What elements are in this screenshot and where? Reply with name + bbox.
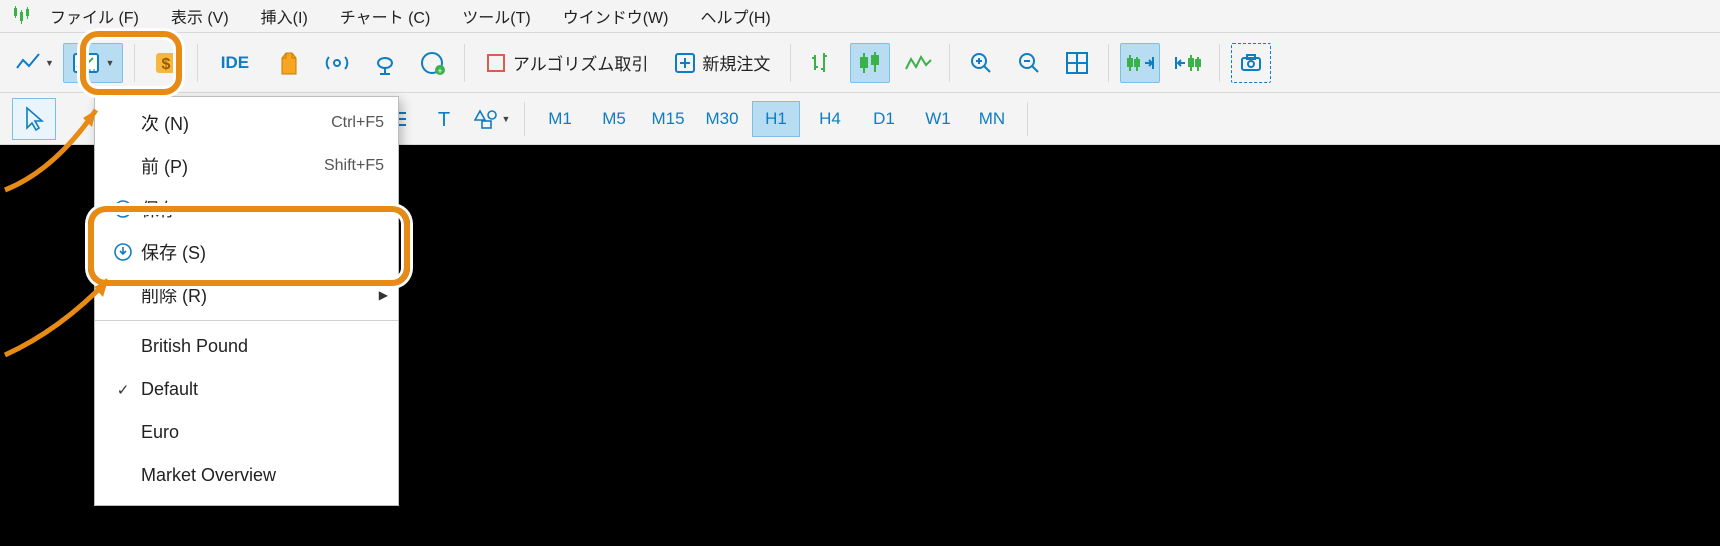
signal-button[interactable] (317, 43, 357, 83)
dd-preset-default[interactable]: ✓Default (95, 368, 398, 411)
toolbar-separator (464, 44, 465, 82)
toolbar-separator (524, 102, 525, 136)
submenu-arrow-icon: ▶ (379, 288, 388, 302)
dd-save0-label: 保存 (137, 196, 384, 222)
tf-mn[interactable]: MN (968, 101, 1016, 137)
chevron-down-icon: ▼ (502, 114, 511, 124)
linechart-button[interactable] (898, 43, 938, 83)
tf-m1[interactable]: M1 (536, 101, 584, 137)
tf-d1[interactable]: D1 (860, 101, 908, 137)
menu-help[interactable]: ヘルプ(H) (684, 0, 786, 32)
dd-next-accel: Ctrl+F5 (331, 114, 384, 132)
dd-preset-euro[interactable]: Euro (95, 411, 398, 454)
toolbar-separator (197, 44, 198, 82)
timeframe-group: M1 M5 M15 M30 H1 H4 D1 W1 MN (533, 101, 1019, 137)
grid4-button[interactable] (1057, 43, 1097, 83)
dd-save-label: 保存 (S) (137, 239, 384, 265)
ide-button[interactable]: IDE (209, 43, 261, 83)
toolbar-separator (949, 44, 950, 82)
cursor-button[interactable] (12, 98, 56, 140)
vps-button[interactable] (365, 43, 405, 83)
dd-prev-accel: Shift+F5 (324, 157, 384, 175)
save-icon (109, 242, 137, 262)
save-icon (109, 199, 137, 219)
menu-window[interactable]: ウインドウ(W) (547, 0, 685, 32)
shift-end-button[interactable] (1120, 43, 1160, 83)
dd-prev[interactable]: 前 (P) Shift+F5 (95, 144, 398, 187)
algo-trading-button[interactable]: アルゴリズム取引 (476, 43, 658, 83)
dd-save[interactable]: 保存 (S) (95, 230, 398, 273)
text-tool-button[interactable]: T (424, 99, 464, 139)
template-dropdown: 次 (N) Ctrl+F5 前 (P) Shift+F5 保存 保存 (S) 削… (94, 96, 399, 506)
dd-next-label: 次 (N) (137, 110, 331, 136)
ide-label: IDE (221, 53, 249, 73)
dd-delete[interactable]: 削除 (R) ▶ (95, 273, 398, 316)
zoom-in-button[interactable] (961, 43, 1001, 83)
dd-delete-label: 削除 (R) (137, 282, 384, 308)
menu-view[interactable]: 表示 (V) (155, 0, 245, 32)
shapes-button[interactable]: ▼ (472, 99, 512, 139)
chevron-down-icon: ▼ (45, 58, 54, 68)
toolbar-separator (1219, 44, 1220, 82)
toolbar-separator (134, 44, 135, 82)
dd-preset-market[interactable]: Market Overview (95, 454, 398, 497)
dd-save0[interactable]: 保存 (95, 187, 398, 230)
algo-label: アルゴリズム取引 (513, 50, 649, 75)
candlestick-button[interactable] (850, 43, 890, 83)
svg-text:T: T (438, 109, 450, 131)
dollar-button[interactable]: $ (146, 43, 186, 83)
tf-w1[interactable]: W1 (914, 101, 962, 137)
menu-insert[interactable]: 挿入(I) (245, 0, 324, 32)
menubar: ファイル (F) 表示 (V) 挿入(I) チャート (C) ツール(T) ウイ… (0, 0, 1720, 33)
menu-tools[interactable]: ツール(T) (446, 0, 546, 32)
toolbar-main: ▼ ▼ $ IDE + アルゴリズム取引 新規注文 (0, 33, 1720, 93)
plus-box-icon (674, 52, 696, 74)
new-order-label: 新規注文 (702, 50, 770, 75)
chevron-down-icon: ▼ (105, 58, 114, 68)
menu-chart[interactable]: チャート (C) (324, 0, 447, 32)
payments-button[interactable]: + (413, 43, 453, 83)
cursor-icon (23, 106, 45, 132)
tf-h4[interactable]: H4 (806, 101, 854, 137)
dd-separator (95, 320, 398, 321)
tf-m30[interactable]: M30 (698, 101, 746, 137)
zoom-out-button[interactable] (1009, 43, 1049, 83)
svg-text:$: $ (161, 56, 170, 73)
tf-m5[interactable]: M5 (590, 101, 638, 137)
app-logo-icon (8, 6, 34, 26)
dd-next[interactable]: 次 (N) Ctrl+F5 (95, 101, 398, 144)
barchart-button[interactable] (802, 43, 842, 83)
dd-prev-label: 前 (P) (137, 153, 324, 179)
new-order-button[interactable]: 新規注文 (665, 43, 779, 83)
tf-m15[interactable]: M15 (644, 101, 692, 137)
chart-line-button[interactable]: ▼ (14, 43, 55, 83)
toolbar-separator (790, 44, 791, 82)
dd-preset-british[interactable]: British Pound (95, 325, 398, 368)
shift-start-button[interactable] (1168, 43, 1208, 83)
check-icon: ✓ (109, 381, 137, 399)
stop-icon (485, 52, 507, 74)
svg-text:+: + (437, 66, 442, 76)
screenshot-button[interactable] (1231, 43, 1271, 83)
toolbar-separator (1027, 102, 1028, 136)
tf-h1[interactable]: H1 (752, 101, 800, 137)
toolbar-separator (1108, 44, 1109, 82)
market-button[interactable] (269, 43, 309, 83)
chart-template-button[interactable]: ▼ (63, 43, 123, 83)
menu-file[interactable]: ファイル (F) (34, 0, 155, 32)
